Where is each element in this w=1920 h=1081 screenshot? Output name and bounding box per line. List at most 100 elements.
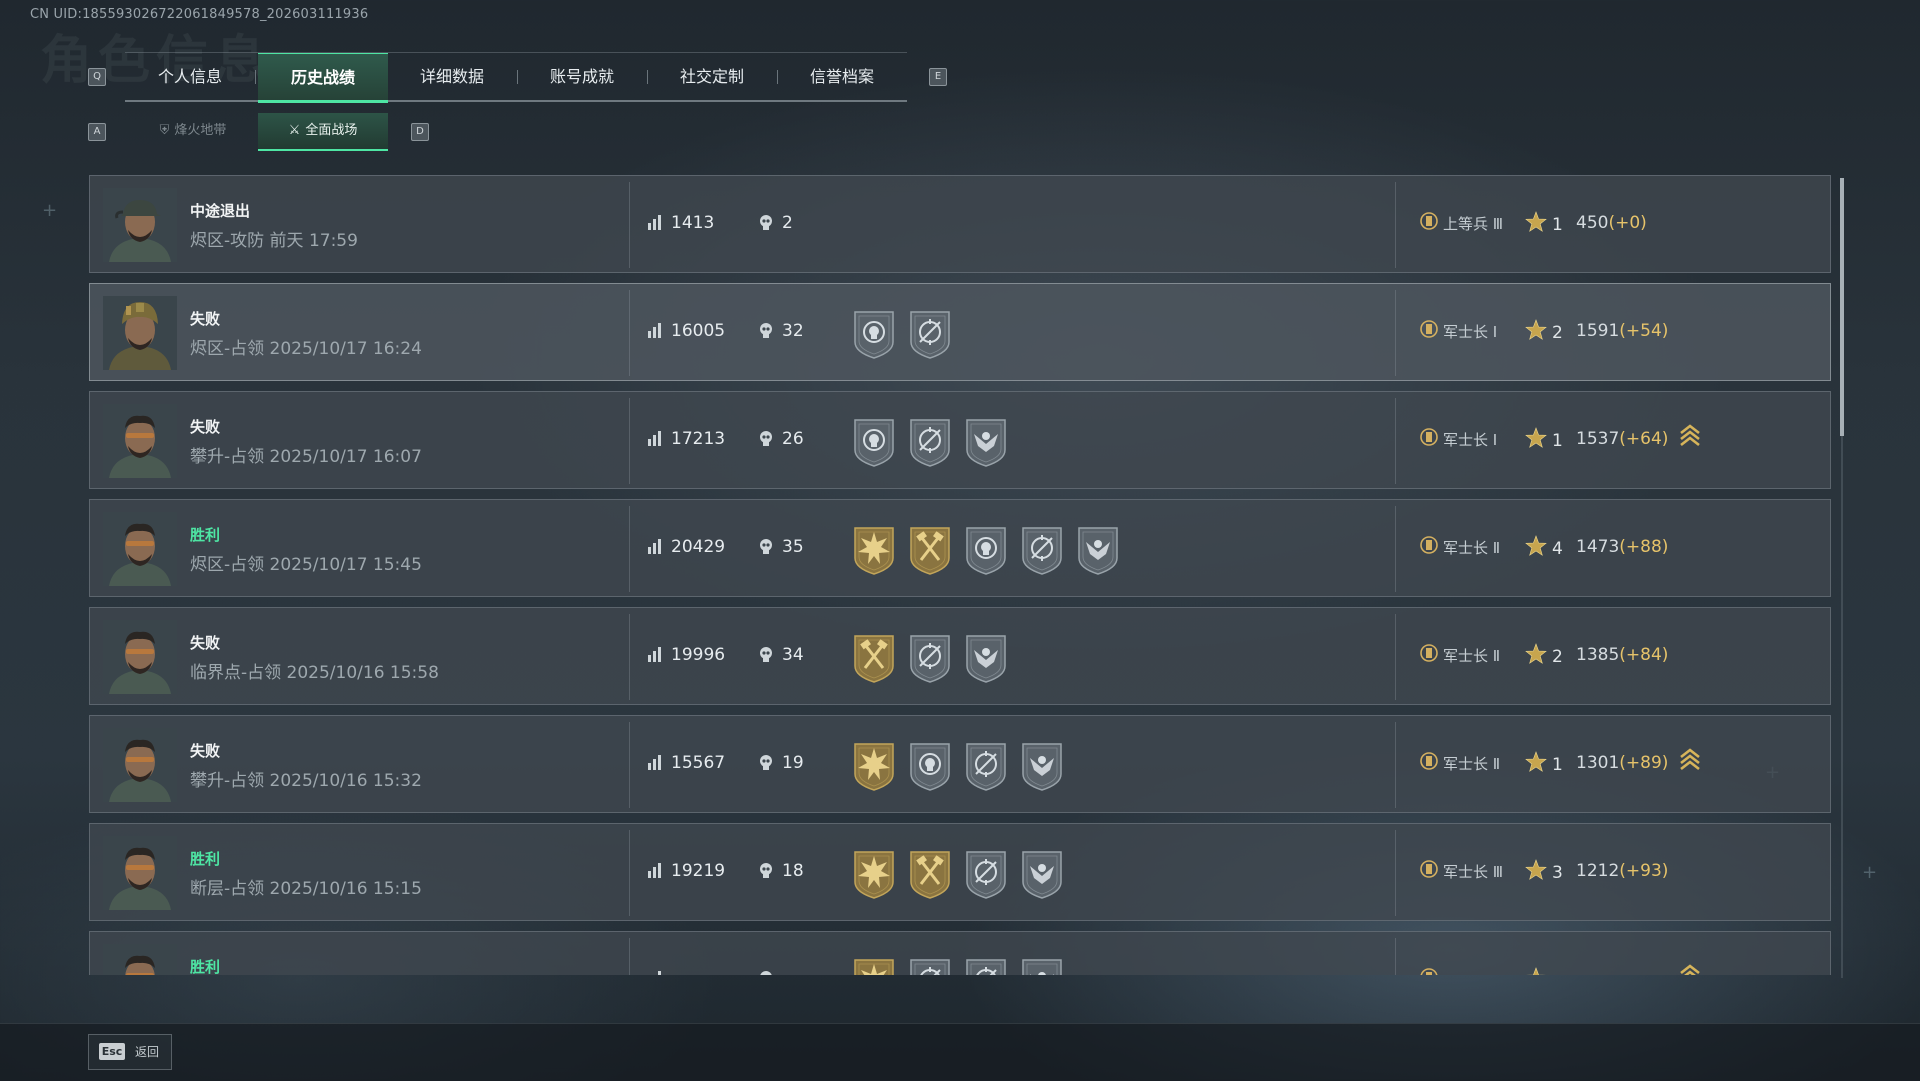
star-value: 1 bbox=[1552, 431, 1563, 451]
rank-points-value: 1212 bbox=[1576, 861, 1620, 881]
burst-gold-medal-icon[interactable] bbox=[852, 956, 896, 975]
rank-info bbox=[1419, 967, 1513, 975]
skull-silver-medal-icon[interactable] bbox=[852, 308, 896, 360]
burst-gold-medal-icon[interactable] bbox=[852, 524, 896, 576]
column-divider bbox=[629, 830, 630, 916]
hammer-gold-medal-icon[interactable] bbox=[908, 848, 952, 900]
rank-name: 军士长 Ⅲ bbox=[1443, 862, 1504, 881]
column-divider bbox=[1395, 830, 1396, 916]
subtab-prev-key[interactable]: A bbox=[88, 123, 106, 141]
skull-silver-medal-icon[interactable] bbox=[964, 524, 1008, 576]
score-icon bbox=[647, 321, 671, 341]
match-map-mode-time: 攀升-占领 2025/10/17 16:07 bbox=[190, 447, 422, 467]
burst-gold-medal-icon[interactable] bbox=[852, 848, 896, 900]
star-icon bbox=[1525, 319, 1552, 343]
crosshair-silver-medal-icon[interactable] bbox=[964, 848, 1008, 900]
crosshair-silver-medal-icon[interactable] bbox=[964, 956, 1008, 975]
match-map-mode-time: 烬区-占领 2025/10/17 15:45 bbox=[190, 555, 422, 575]
tab-achievements[interactable]: 账号成就 bbox=[517, 53, 647, 100]
match-row[interactable]: 胜利 烬区-占领 2025/10/17 15:45 20429 35 军士长 Ⅱ 4 14… bbox=[89, 499, 1831, 597]
operator-avatar bbox=[103, 188, 177, 262]
match-score: 16005 bbox=[647, 321, 725, 341]
tab-personal-info[interactable]: 个人信息 bbox=[125, 53, 255, 100]
rank-points-delta: (+84) bbox=[1619, 645, 1669, 665]
rank-points-value: 450 bbox=[1576, 213, 1609, 233]
column-divider bbox=[1395, 614, 1396, 700]
kill-skull-icon bbox=[758, 213, 782, 233]
tab-credit-record[interactable]: 信誉档案 bbox=[777, 53, 907, 100]
match-row[interactable]: 胜利 bbox=[89, 931, 1831, 975]
rank-points: 1212(+93) bbox=[1576, 861, 1668, 881]
star-count bbox=[1525, 967, 1552, 975]
eagle-silver-medal-icon[interactable] bbox=[1020, 956, 1064, 975]
rank-points-value: 1537 bbox=[1576, 429, 1620, 449]
match-row[interactable]: 中途退出 烬区-攻防 前天 17:59 1413 2 上等兵 Ⅲ 1 450(+0) bbox=[89, 175, 1831, 273]
rank-points-value: 1385 bbox=[1576, 645, 1620, 665]
star-count: 2 bbox=[1525, 643, 1563, 667]
score-value: 15567 bbox=[671, 753, 726, 773]
eagle-silver-medal-icon[interactable] bbox=[1020, 848, 1064, 900]
burst-gold-medal-icon[interactable] bbox=[852, 740, 896, 792]
extraction-icon: ⛨ bbox=[159, 123, 170, 138]
crosshair-silver-medal-icon[interactable] bbox=[908, 308, 952, 360]
star-count: 2 bbox=[1525, 319, 1563, 343]
score-icon bbox=[647, 969, 671, 975]
rank-points: 1537(+64) bbox=[1576, 429, 1668, 449]
match-history-list[interactable]: 中途退出 烬区-攻防 前天 17:59 1413 2 上等兵 Ⅲ 1 450(+0) 失败烬… bbox=[89, 175, 1831, 975]
match-row[interactable]: 失败 攀升-占领 2025/10/16 15:32 15567 19 军士长 Ⅱ 1 13… bbox=[89, 715, 1831, 813]
tab-social-custom[interactable]: 社交定制 bbox=[647, 53, 777, 100]
match-row[interactable]: 失败 攀升-占领 2025/10/17 16:07 17213 26 军士长 Ⅰ 1 15… bbox=[89, 391, 1831, 489]
rank-info: 军士长 Ⅲ bbox=[1419, 859, 1513, 885]
match-kills: 32 bbox=[758, 321, 804, 341]
eagle-silver-medal-icon[interactable] bbox=[1076, 524, 1120, 576]
main-tab-bar: 个人信息 历史战绩 详细数据 账号成就 社交定制 信誉档案 bbox=[125, 52, 907, 103]
match-score: 19219 bbox=[647, 861, 725, 881]
eagle-silver-medal-icon[interactable] bbox=[964, 416, 1008, 468]
tab-match-history[interactable]: 历史战绩 bbox=[258, 53, 388, 103]
star-count: 4 bbox=[1525, 535, 1563, 559]
kills-value: 26 bbox=[782, 429, 804, 449]
match-result: 失败 bbox=[190, 742, 221, 760]
crosshair-silver-medal-icon[interactable] bbox=[964, 740, 1008, 792]
hammer-gold-medal-icon[interactable] bbox=[852, 632, 896, 684]
promotion-chevron-icon bbox=[1679, 747, 1701, 777]
skull-silver-medal-icon[interactable] bbox=[908, 740, 952, 792]
match-score: 17213 bbox=[647, 429, 725, 449]
kills-value: 32 bbox=[782, 321, 804, 341]
crosshair-silver-medal-icon[interactable] bbox=[908, 632, 952, 684]
tab-prev-key[interactable]: Q bbox=[88, 68, 106, 86]
column-divider bbox=[629, 722, 630, 808]
score-value: 20429 bbox=[671, 537, 726, 557]
crosshair-silver-medal-icon[interactable] bbox=[908, 416, 952, 468]
match-row[interactable]: 胜利 断层-占领 2025/10/16 15:15 19219 18 军士长 Ⅲ 3 12… bbox=[89, 823, 1831, 921]
rank-points-delta: (+89) bbox=[1619, 753, 1669, 773]
subtab-label: 全面战场 bbox=[305, 123, 358, 138]
match-row[interactable]: 失败 烬区-占领 2025/10/17 16:24 16005 32 军士长 Ⅰ 2 15… bbox=[89, 283, 1831, 381]
hammer-gold-medal-icon[interactable] bbox=[908, 524, 952, 576]
column-divider bbox=[1395, 182, 1396, 268]
crosshair-silver-medal-icon[interactable] bbox=[1020, 524, 1064, 576]
match-row[interactable]: 失败 临界点-占领 2025/10/16 15:58 19996 34 军士长 Ⅱ 21… bbox=[89, 607, 1831, 705]
tab-next-key[interactable]: E bbox=[929, 68, 947, 86]
subtab-next-key[interactable]: D bbox=[411, 123, 429, 141]
crosshair-silver-medal-icon[interactable] bbox=[908, 956, 952, 975]
subtab-battlefield[interactable]: ⚔ 全面战场 bbox=[258, 113, 388, 151]
skull-silver-medal-icon[interactable] bbox=[852, 416, 896, 468]
back-button[interactable]: Esc 返回 bbox=[88, 1034, 172, 1070]
rank-name: 上等兵 Ⅲ bbox=[1443, 214, 1504, 233]
score-icon bbox=[647, 861, 671, 881]
rank-points: 1301(+89) bbox=[1576, 753, 1668, 773]
eagle-silver-medal-icon[interactable] bbox=[964, 632, 1008, 684]
tab-detailed-data[interactable]: 详细数据 bbox=[387, 53, 517, 100]
rank-info: 军士长 Ⅰ bbox=[1419, 427, 1513, 453]
kill-skull-icon bbox=[758, 537, 782, 557]
match-score: 1413 bbox=[647, 213, 714, 233]
subtab-extraction[interactable]: ⛨ 烽火地带 bbox=[128, 113, 258, 149]
scrollbar-thumb[interactable] bbox=[1840, 178, 1844, 436]
star-count: 1 bbox=[1525, 211, 1563, 235]
star-icon bbox=[1525, 751, 1552, 775]
operator-avatar bbox=[103, 620, 177, 694]
column-divider bbox=[1395, 290, 1396, 376]
match-result: 失败 bbox=[190, 310, 221, 328]
eagle-silver-medal-icon[interactable] bbox=[1020, 740, 1064, 792]
